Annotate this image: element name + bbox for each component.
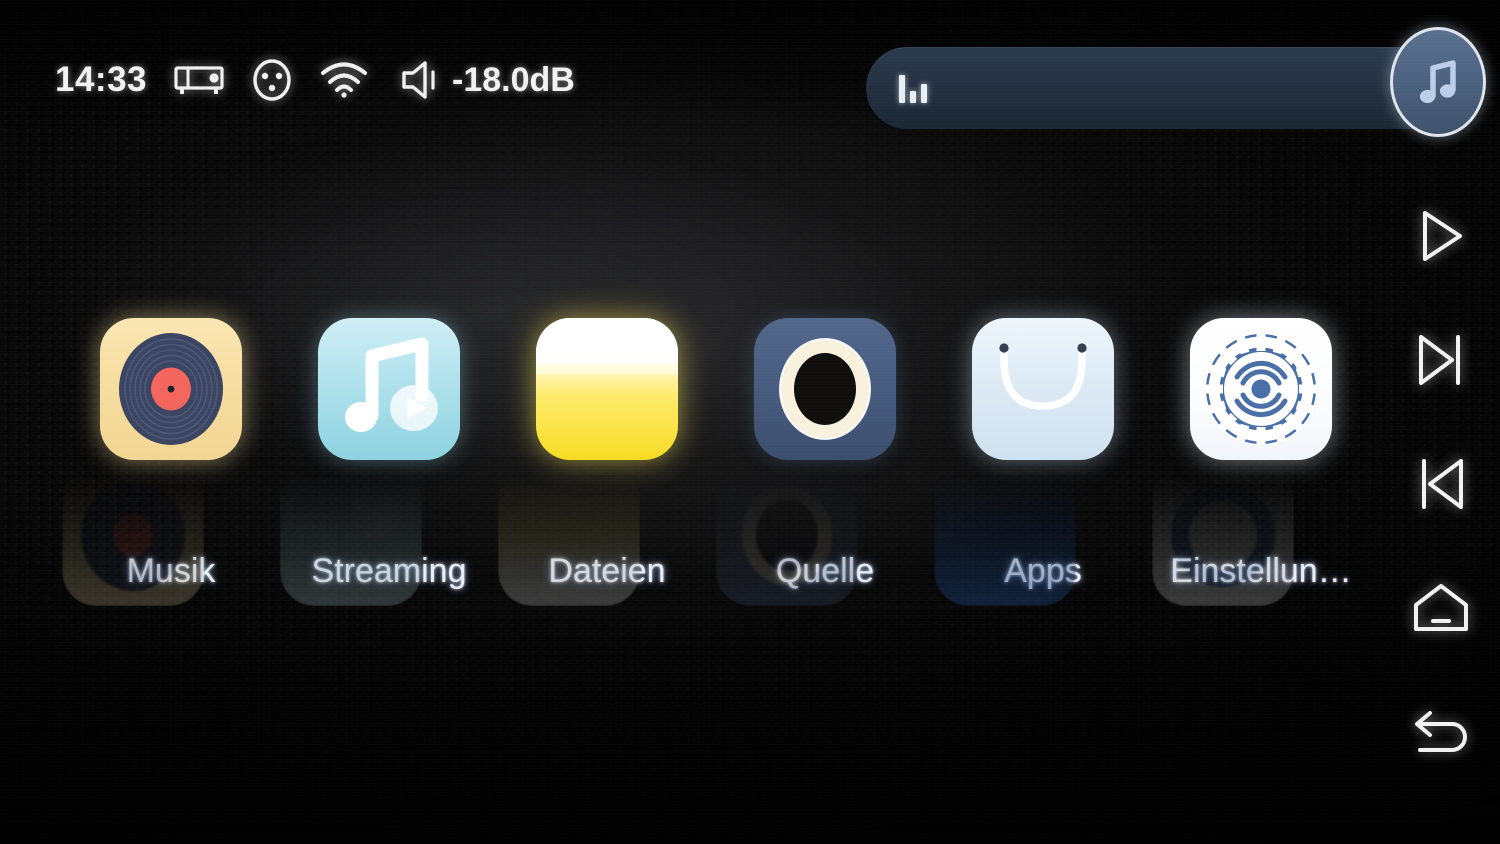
home-button[interactable] xyxy=(1395,566,1487,650)
app-tile-wrap-musik xyxy=(100,318,242,460)
volume-level: -18.0dB xyxy=(452,60,575,99)
media-receiver-icon xyxy=(173,63,225,97)
app-item-musik[interactable]: Musik xyxy=(62,318,280,606)
app-tile-wrap-apps xyxy=(972,318,1114,460)
next-track-button[interactable] xyxy=(1395,318,1487,402)
app-label-quelle: Quelle xyxy=(775,552,875,590)
xlr-connector-icon xyxy=(251,58,293,102)
vinyl-record-icon xyxy=(100,318,242,460)
app-item-dateien[interactable]: Dateien xyxy=(498,318,716,606)
volume-icon xyxy=(399,59,443,101)
wifi-icon xyxy=(319,61,369,99)
skip-next-icon xyxy=(1412,332,1470,388)
gear-icon xyxy=(1190,318,1332,460)
music-note-play-icon xyxy=(318,318,460,460)
app-item-apps[interactable]: Apps xyxy=(934,318,1152,606)
app-label-musik: Musik xyxy=(126,552,216,590)
back-arrow-icon xyxy=(1410,706,1472,758)
shopping-bag-icon xyxy=(972,318,1114,460)
app-item-quelle[interactable]: Quelle xyxy=(716,318,934,606)
app-label-einstellungen: Einstellun… xyxy=(1170,552,1352,590)
status-bar-left-group: 14:33 -18.0dB xyxy=(55,58,575,102)
head-unit-home-screen: 14:33 -18.0dB Musik Streaming Dateien Qu… xyxy=(0,0,1500,844)
play-button[interactable] xyxy=(1395,194,1487,278)
app-tile-wrap-quelle xyxy=(754,318,896,460)
app-tile-wrap-streaming xyxy=(318,318,460,460)
app-label-apps: Apps xyxy=(1004,552,1082,590)
skip-previous-icon xyxy=(1412,456,1470,512)
music-player-button[interactable] xyxy=(1390,27,1486,137)
app-label-dateien: Dateien xyxy=(548,552,666,590)
equalizer-bars-icon xyxy=(899,73,927,103)
music-note-icon xyxy=(1415,56,1461,108)
app-item-streaming[interactable]: Streaming xyxy=(280,318,498,606)
app-tile-wrap-einstellungen xyxy=(1190,318,1332,460)
play-icon xyxy=(1413,207,1469,265)
now-playing-bar[interactable] xyxy=(866,47,1460,129)
folder-icon xyxy=(536,318,678,460)
previous-track-button[interactable] xyxy=(1395,442,1487,526)
volume-group: -18.0dB xyxy=(399,59,575,101)
home-icon xyxy=(1410,581,1472,635)
clock: 14:33 xyxy=(55,60,148,99)
app-grid: Musik Streaming Dateien Quelle Apps Eins… xyxy=(0,318,1370,618)
status-bar: 14:33 -18.0dB xyxy=(0,0,1500,140)
app-label-streaming: Streaming xyxy=(311,552,467,590)
app-item-einstellungen[interactable]: Einstellun… xyxy=(1152,318,1370,606)
source-ring-icon xyxy=(754,318,896,460)
back-button[interactable] xyxy=(1395,690,1487,774)
navigation-bar xyxy=(1382,170,1500,810)
app-tile-wrap-dateien xyxy=(536,318,678,460)
